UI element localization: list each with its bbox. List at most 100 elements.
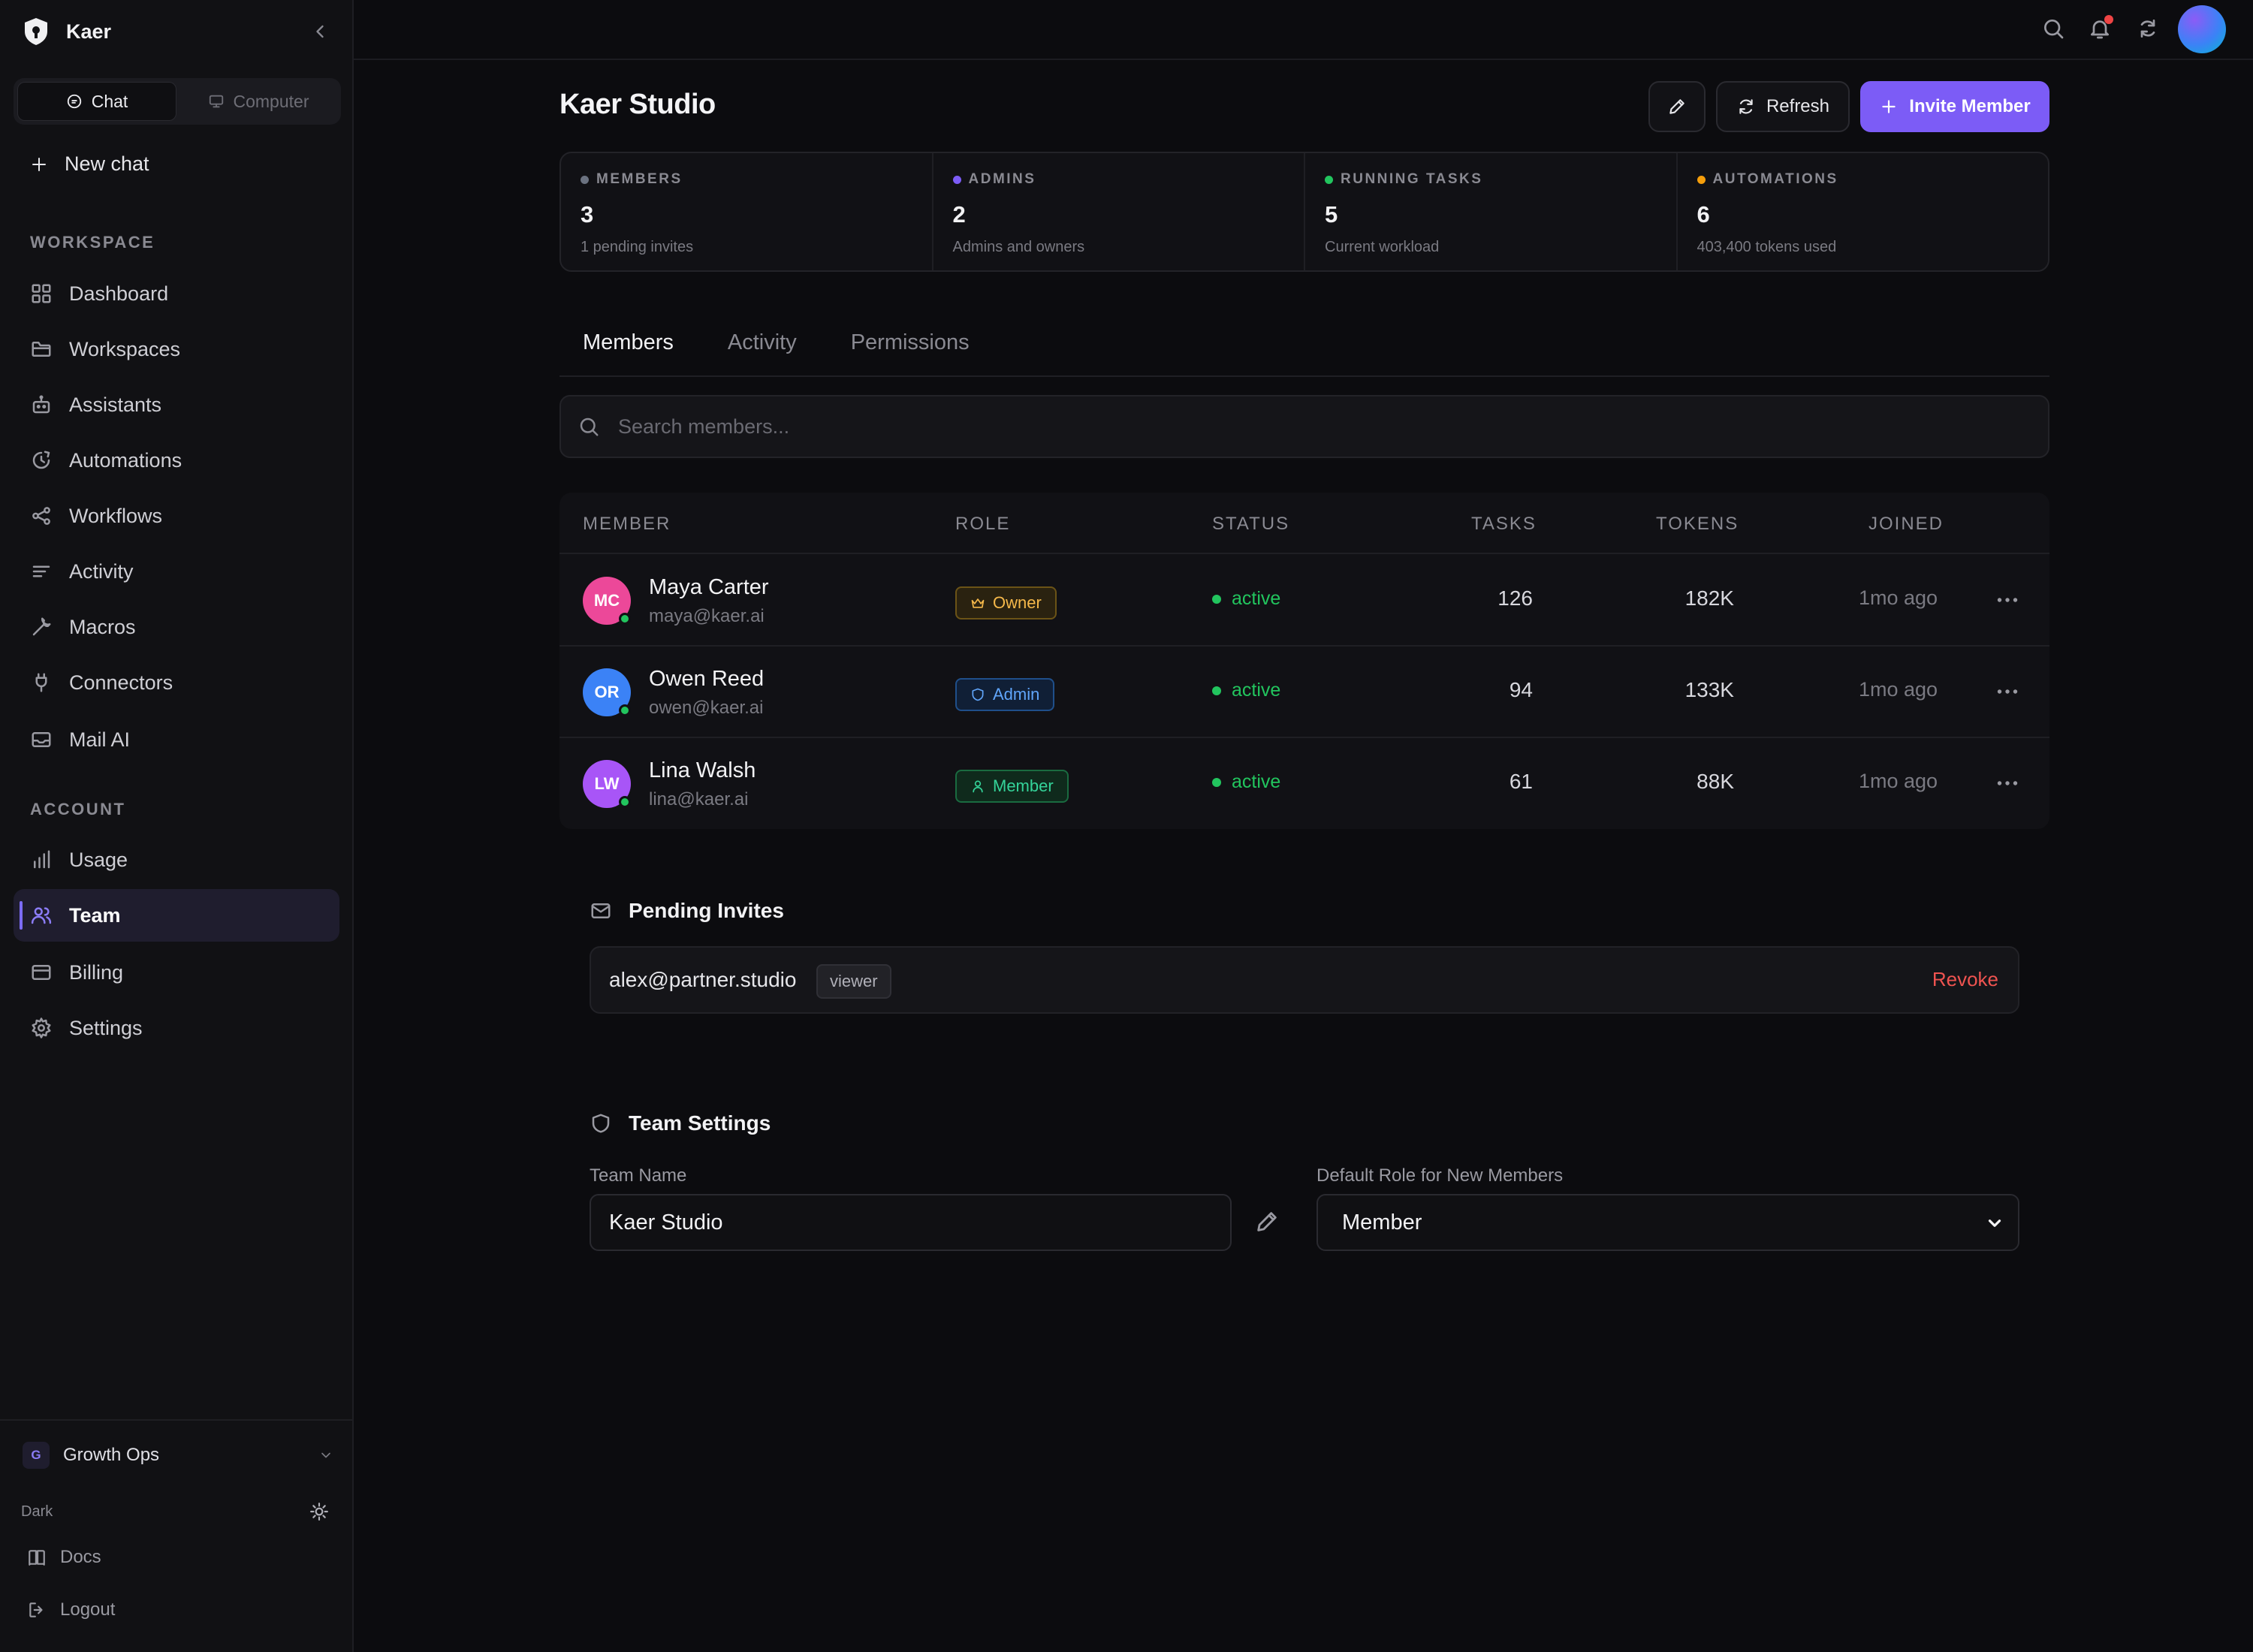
sidebar-item-macros[interactable]: Macros xyxy=(14,601,339,653)
sidebar-item-label: Dashboard xyxy=(69,282,169,305)
sidebar-item-settings[interactable]: Settings xyxy=(14,1002,339,1054)
search-input[interactable] xyxy=(618,415,1970,439)
tab-bar: Members Activity Permissions xyxy=(559,330,2049,377)
stat-label: AUTOMATIONS xyxy=(1712,171,1838,187)
avatar: OR xyxy=(583,668,631,716)
stat-dot xyxy=(581,175,589,184)
stat-subtext: 403,400 tokens used xyxy=(1697,239,1837,255)
default-role-select[interactable]: Member xyxy=(1317,1194,2019,1251)
stat-value: 6 xyxy=(1697,201,1710,228)
search-icon[interactable] xyxy=(2041,17,2065,41)
table-row[interactable]: LW Lina Walsh lina@kaer.ai Member active… xyxy=(559,738,2049,829)
sidebar-item-automations[interactable]: Automations xyxy=(14,434,339,487)
sidebar-item-connectors[interactable]: Connectors xyxy=(14,656,339,709)
edit-team-button[interactable] xyxy=(1648,81,1706,132)
sidebar-item-activity[interactable]: Activity xyxy=(14,545,339,598)
user-avatar[interactable] xyxy=(2178,5,2226,53)
sidebar-item-billing[interactable]: Billing xyxy=(14,946,339,999)
col-joined[interactable]: JOINED xyxy=(1868,514,1944,535)
chevron-down-icon xyxy=(1988,1219,2001,1227)
theme-toggle-row: Dark xyxy=(21,1502,329,1521)
sidebar-item-usage[interactable]: Usage xyxy=(14,834,339,886)
inbox-icon xyxy=(32,732,51,747)
logout-link[interactable]: Logout xyxy=(27,1599,115,1620)
dashboard-icon xyxy=(32,284,51,303)
stat-subtext: 1 pending invites xyxy=(581,239,694,255)
tasks-value: 61 xyxy=(1509,770,1533,793)
pencil-icon[interactable] xyxy=(1254,1209,1280,1234)
stat-label: RUNNING TASKS xyxy=(1341,171,1483,187)
org-name: Growth Ops xyxy=(63,1445,160,1465)
status-label: active xyxy=(1232,588,1281,609)
mode-chat[interactable]: Chat xyxy=(17,82,176,121)
tab-permissions[interactable]: Permissions xyxy=(851,330,970,375)
stat-subtext: Admins and owners xyxy=(952,239,1085,255)
sidebar-item-assistants[interactable]: Assistants xyxy=(14,378,339,431)
bot-icon xyxy=(32,395,50,414)
sidebar-item-mail-ai[interactable]: Mail AI xyxy=(14,713,339,766)
col-tokens[interactable]: TOKENS xyxy=(1656,514,1739,535)
more-options-icon[interactable] xyxy=(1994,678,2021,705)
new-chat-label: New chat xyxy=(65,152,149,175)
invite-role-badge: viewer xyxy=(816,964,891,999)
sidebar-item-team[interactable]: Team xyxy=(14,889,339,942)
mail-icon xyxy=(591,903,611,918)
mode-computer[interactable]: Computer xyxy=(179,82,337,121)
sidebar-item-label: Activity xyxy=(69,559,134,583)
refresh-label: Refresh xyxy=(1766,96,1830,116)
col-role[interactable]: ROLE xyxy=(955,514,1010,535)
sidebar-item-workspaces[interactable]: Workspaces xyxy=(14,323,339,375)
brand[interactable]: Kaer xyxy=(23,17,111,47)
table-row[interactable]: OR Owen Reed owen@kaer.ai Admin active 9… xyxy=(559,647,2049,738)
docs-link[interactable]: Docs xyxy=(27,1547,101,1568)
user-icon xyxy=(973,780,983,793)
refresh-small-icon[interactable] xyxy=(2136,17,2160,41)
stat-automations: AUTOMATIONS 6 403,400 tokens used xyxy=(1678,153,2049,270)
tab-activity[interactable]: Activity xyxy=(728,330,797,375)
online-indicator xyxy=(619,796,631,808)
table-row[interactable]: MC Maya Carter maya@kaer.ai Owner active… xyxy=(559,555,2049,647)
tab-members[interactable]: Members xyxy=(583,330,674,375)
plus-icon xyxy=(32,157,46,171)
sidebar-item-label: Settings xyxy=(69,1016,143,1039)
refresh-button[interactable]: Refresh xyxy=(1716,81,1850,132)
share-icon xyxy=(32,507,50,525)
stat-label: MEMBERS xyxy=(596,171,683,187)
account-heading: ACCOUNT xyxy=(30,800,126,818)
col-status[interactable]: STATUS xyxy=(1212,514,1289,535)
status-badge: active xyxy=(1212,680,1280,701)
more-options-icon[interactable] xyxy=(1994,586,2021,613)
logo-shield-icon xyxy=(25,18,47,45)
sidebar-item-dashboard[interactable]: Dashboard xyxy=(14,267,339,320)
chevron-down-icon xyxy=(321,1452,330,1458)
invite-member-button[interactable]: Invite Member xyxy=(1860,81,2049,132)
col-member[interactable]: MEMBER xyxy=(583,514,671,535)
sidebar-item-label: Assistants xyxy=(69,393,162,416)
mode-switch: Chat Computer xyxy=(14,78,341,125)
sidebar-item-label: Usage xyxy=(69,848,128,871)
collapse-sidebar-icon[interactable] xyxy=(309,21,330,42)
org-switcher[interactable]: G Growth Ops xyxy=(23,1442,333,1469)
online-indicator xyxy=(619,613,631,625)
tasks-value: 126 xyxy=(1497,586,1533,610)
sidebar-item-workflows[interactable]: Workflows xyxy=(14,490,339,542)
member-name: Lina Walsh xyxy=(649,758,756,782)
notification-dot xyxy=(2104,15,2113,24)
sun-icon[interactable] xyxy=(309,1502,329,1521)
team-name-field[interactable]: Kaer Studio xyxy=(590,1194,1232,1251)
stat-value: 3 xyxy=(581,201,594,228)
org-badge: G xyxy=(23,1442,50,1469)
new-chat-button[interactable]: New chat xyxy=(30,152,149,176)
member-email: lina@kaer.ai xyxy=(649,789,749,809)
chat-icon xyxy=(67,94,81,109)
stat-dot xyxy=(1697,175,1706,184)
crown-icon xyxy=(971,598,985,608)
member-name: Maya Carter xyxy=(649,575,769,599)
joined-value: 1mo ago xyxy=(1859,770,1938,792)
revoke-button[interactable]: Revoke xyxy=(1932,968,1998,991)
col-tasks[interactable]: TASKS xyxy=(1471,514,1537,535)
stats-panel: MEMBERS 3 1 pending invites ADMINS 2 Adm… xyxy=(559,152,2049,272)
more-options-icon[interactable] xyxy=(1994,770,2021,797)
stat-dot xyxy=(952,175,961,184)
pending-invites-heading: Pending Invites xyxy=(590,899,784,923)
